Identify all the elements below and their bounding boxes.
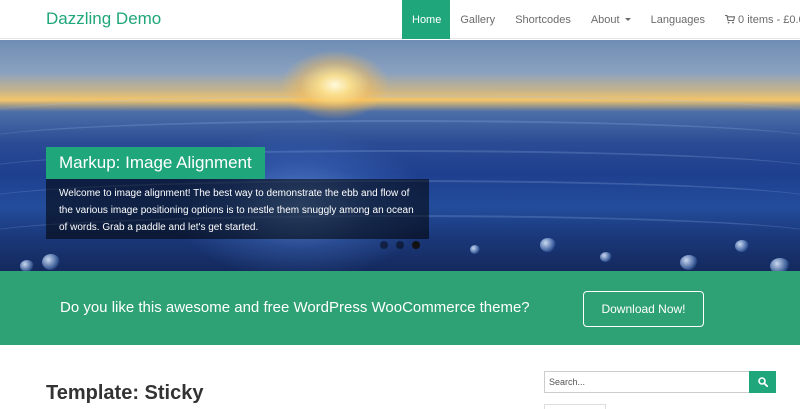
sidebar-tab[interactable] bbox=[544, 404, 606, 409]
nav-item-languages[interactable]: Languages bbox=[641, 0, 715, 39]
shopping-cart-icon bbox=[725, 15, 736, 24]
water-bubble bbox=[770, 258, 790, 271]
sunset-sun bbox=[280, 50, 390, 120]
water-bubble bbox=[540, 238, 556, 252]
nav-item-gallery-label: Gallery bbox=[460, 13, 496, 26]
slide-caption-title[interactable]: Markup: Image Alignment bbox=[46, 147, 265, 179]
nav-item-about-label: About bbox=[590, 13, 620, 26]
slide-caption-text: Welcome to image alignment! The best way… bbox=[46, 179, 429, 239]
post-title[interactable]: Template: Sticky bbox=[46, 382, 203, 405]
nav-item-cart[interactable]: 0 items - £0.00 bbox=[715, 0, 800, 39]
nav-item-shortcodes-label: Shortcodes bbox=[515, 13, 571, 26]
nav-item-languages-label: Languages bbox=[650, 13, 706, 26]
nav-item-shortcodes[interactable]: Shortcodes bbox=[505, 0, 581, 39]
nav-item-about[interactable]: About bbox=[581, 0, 641, 39]
slide-dot-2[interactable] bbox=[396, 241, 404, 249]
water-bubble bbox=[42, 254, 60, 270]
download-now-button[interactable]: Download Now! bbox=[583, 291, 704, 327]
water-bubble bbox=[680, 255, 698, 270]
water-bubble bbox=[470, 245, 480, 254]
water-bubble bbox=[600, 252, 612, 262]
slider-pagination bbox=[380, 241, 420, 249]
slide-dot-1[interactable] bbox=[380, 241, 388, 249]
slide-dot-3[interactable] bbox=[412, 241, 420, 249]
call-to-action-bar: Do you like this awesome and free WordPr… bbox=[0, 271, 800, 345]
main-navigation: Home Gallery Shortcodes About Languages … bbox=[402, 0, 800, 39]
water-bubble bbox=[20, 260, 34, 271]
cta-text: Do you like this awesome and free WordPr… bbox=[60, 299, 530, 316]
search-form bbox=[544, 371, 776, 393]
water-bubble bbox=[735, 240, 749, 252]
nav-item-home-label: Home bbox=[412, 13, 442, 26]
site-brand-link[interactable]: Dazzling Demo bbox=[46, 9, 161, 29]
nav-item-home[interactable]: Home bbox=[402, 0, 451, 39]
caret-down-icon bbox=[624, 18, 631, 21]
search-input[interactable] bbox=[544, 371, 749, 393]
search-icon bbox=[757, 377, 768, 387]
search-button[interactable] bbox=[749, 371, 776, 393]
site-header: Dazzling Demo Home Gallery Shortcodes Ab… bbox=[0, 0, 800, 39]
nav-item-gallery[interactable]: Gallery bbox=[450, 0, 505, 39]
cart-summary: 0 items - £0.00 bbox=[738, 13, 800, 26]
